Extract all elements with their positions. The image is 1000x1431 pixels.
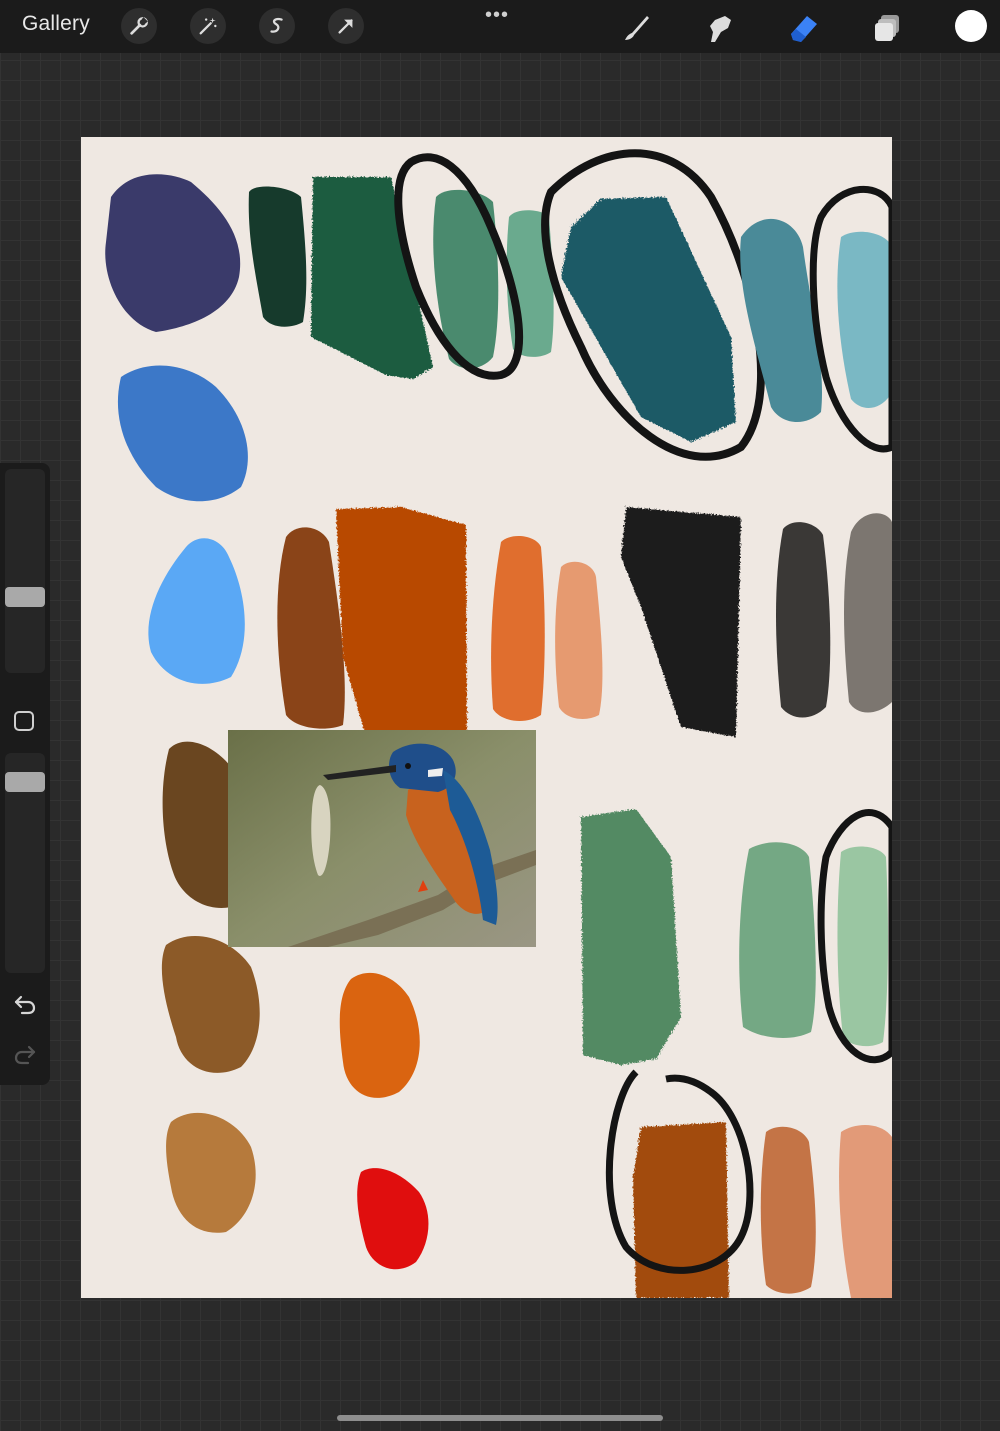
- navy-swatch: [105, 174, 241, 332]
- modifier-button[interactable]: [14, 711, 34, 731]
- deep-teal-swatch: [561, 197, 736, 442]
- drawing-canvas[interactable]: [81, 137, 892, 1298]
- dark-green-swatch: [248, 186, 307, 327]
- more-options-button[interactable]: •••: [485, 4, 509, 27]
- eraser-icon[interactable]: [783, 8, 823, 48]
- bright-orange-swatch: [339, 972, 420, 1098]
- top-toolbar: Gallery •••: [0, 0, 1000, 53]
- near-black-swatch: [621, 507, 741, 737]
- paint-strokes-layer: [105, 149, 892, 1298]
- smudge-icon[interactable]: [699, 8, 739, 48]
- home-indicator[interactable]: [337, 1415, 663, 1421]
- brush-size-slider-thumb[interactable]: [5, 587, 45, 607]
- wrench-icon[interactable]: [121, 8, 157, 44]
- terracotta-swatch: [760, 1126, 816, 1294]
- orange-swatch: [491, 535, 545, 721]
- salmon-swatch: [839, 1125, 892, 1298]
- left-sidebar: [0, 463, 50, 1085]
- opacity-slider-thumb[interactable]: [5, 772, 45, 792]
- light-teal-swatch: [837, 231, 892, 409]
- brush-size-slider[interactable]: [5, 469, 45, 673]
- teal-swatch: [740, 218, 822, 423]
- brown-swatch: [277, 527, 345, 729]
- tan-swatch: [166, 1112, 256, 1233]
- ochre-swatch: [161, 936, 260, 1073]
- umber-swatch: [162, 741, 231, 908]
- sky-blue-swatch: [148, 538, 245, 684]
- magic-wand-icon[interactable]: [190, 8, 226, 44]
- layers-icon[interactable]: [867, 8, 907, 48]
- brush-icon[interactable]: [615, 8, 655, 48]
- mint-swatch: [837, 846, 888, 1047]
- gray-swatch: [844, 513, 892, 713]
- medium-green-swatch: [581, 809, 681, 1065]
- undo-icon[interactable]: [12, 991, 38, 1017]
- gallery-button[interactable]: Gallery: [22, 12, 90, 36]
- rust-swatch: [336, 507, 467, 737]
- selection-icon[interactable]: [259, 8, 295, 44]
- red-swatch: [357, 1168, 429, 1270]
- redo-icon[interactable]: [12, 1041, 38, 1067]
- charcoal-swatch: [776, 522, 831, 718]
- kingfisher-with-fish-photo[interactable]: [228, 730, 536, 947]
- peach-swatch: [555, 561, 603, 719]
- royal-blue-swatch: [117, 365, 248, 502]
- pale-green-swatch: [739, 842, 816, 1039]
- active-color-swatch[interactable]: [955, 10, 987, 42]
- transform-arrow-icon[interactable]: [328, 8, 364, 44]
